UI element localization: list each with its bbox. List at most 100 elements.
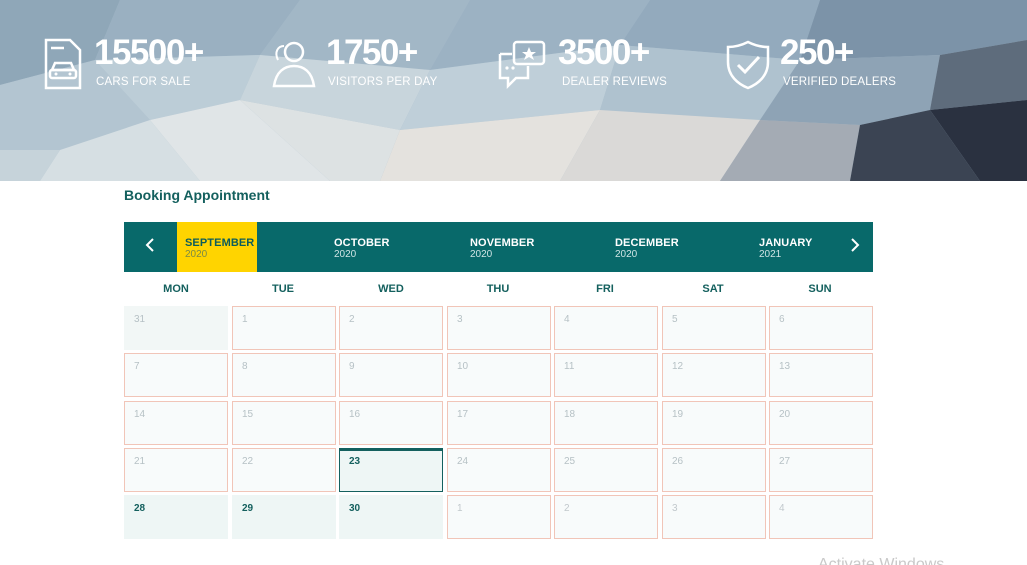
day-number: 15	[242, 409, 254, 420]
stat-label: CARS FOR SALE	[96, 76, 191, 88]
weekday-label: SAT	[702, 283, 724, 295]
calendar-day-cell[interactable]: 11	[554, 353, 658, 397]
day-number: 24	[457, 456, 469, 467]
stat-cars-for-sale: 15500+ CARS FOR SALE	[42, 34, 242, 94]
day-number: 4	[779, 503, 785, 514]
calendar-day-cell[interactable]: 4	[769, 495, 873, 539]
calendar-day-cell[interactable]: 1	[232, 306, 336, 350]
calendar-day-cell[interactable]: 2	[554, 495, 658, 539]
stat-label: VISITORS PER DAY	[328, 76, 438, 88]
month-year: 2021	[759, 249, 782, 260]
calendar-day-cell[interactable]: 13	[769, 353, 873, 397]
weekday-label: WED	[378, 283, 404, 295]
day-number: 18	[564, 409, 576, 420]
calendar-day-cell[interactable]: 14	[124, 401, 228, 445]
next-month-button[interactable]	[841, 222, 869, 272]
stat-verified-dealers: 250+ VERIFIED DEALERS	[726, 34, 926, 94]
calendar-day-cell[interactable]: 17	[447, 401, 551, 445]
month-tab-october[interactable]: OCTOBER 2020	[334, 222, 424, 272]
day-number: 20	[779, 409, 791, 420]
calendar-day-cell[interactable]: 25	[554, 448, 658, 492]
calendar-day-cell[interactable]: 5	[662, 306, 766, 350]
month-tab-december[interactable]: DECEMBER 2020	[615, 222, 715, 272]
calendar-day-cell[interactable]: 20	[769, 401, 873, 445]
month-tab-november[interactable]: NOVEMBER 2020	[470, 222, 570, 272]
calendar-day-cell[interactable]: 28	[124, 495, 228, 539]
calendar-day-cell[interactable]: 8	[232, 353, 336, 397]
shield-check-icon	[726, 38, 774, 90]
month-tab-january[interactable]: JANUARY 2021	[759, 222, 839, 272]
visitors-icon	[270, 38, 318, 90]
calendar-day-cell[interactable]: 22	[232, 448, 336, 492]
day-number: 17	[457, 409, 469, 420]
calendar-day-cell[interactable]: 9	[339, 353, 443, 397]
calendar-day-cell[interactable]: 31	[124, 306, 228, 350]
calendar-day-cell[interactable]: 19	[662, 401, 766, 445]
month-name: JANUARY	[759, 237, 813, 249]
car-document-icon	[42, 38, 90, 90]
day-number: 30	[349, 503, 361, 514]
day-number: 10	[457, 361, 469, 372]
stat-number: 15500+	[94, 33, 204, 72]
day-number: 13	[779, 361, 791, 372]
calendar-day-cell[interactable]: 16	[339, 401, 443, 445]
stat-dealer-reviews: 3500+ DEALER REVIEWS	[498, 34, 698, 94]
calendar-day-cell[interactable]: 12	[662, 353, 766, 397]
day-number: 5	[672, 314, 678, 325]
stat-number: 1750+	[326, 33, 418, 72]
windows-watermark: Activate Windows	[818, 556, 945, 565]
month-year: 2020	[185, 249, 208, 260]
day-number: 4	[564, 314, 570, 325]
month-year: 2020	[615, 249, 638, 260]
calendar-day-cell[interactable]: 1	[447, 495, 551, 539]
day-number: 9	[349, 361, 355, 372]
stat-number: 250+	[780, 33, 854, 72]
calendar-day-cell[interactable]: 3	[447, 306, 551, 350]
day-number: 31	[134, 314, 146, 325]
stat-label: DEALER REVIEWS	[562, 76, 668, 88]
calendar-day-cell[interactable]: 18	[554, 401, 658, 445]
review-chat-icon	[498, 38, 546, 90]
calendar-grid: 31 1 2 3 4 5 6 7 8 9 10 11 12 13 14 15 16 17 18 19 20 21 22 23 2…	[124, 306, 873, 539]
day-number: 12	[672, 361, 684, 372]
calendar-day-cell[interactable]: 6	[769, 306, 873, 350]
calendar-day-cell[interactable]: 21	[124, 448, 228, 492]
day-number: 6	[779, 314, 785, 325]
month-name: OCTOBER	[334, 237, 390, 249]
calendar-day-cell[interactable]: 10	[447, 353, 551, 397]
day-number: 3	[672, 503, 678, 514]
month-selector: SEPTEMBER 2020 OCTOBER 2020 NOVEMBER 202…	[124, 222, 873, 272]
day-number: 26	[672, 456, 684, 467]
calendar-day-cell[interactable]: 24	[447, 448, 551, 492]
calendar-day-cell[interactable]: 4	[554, 306, 658, 350]
month-tab-september[interactable]: SEPTEMBER 2020	[177, 222, 257, 272]
day-number: 1	[242, 314, 248, 325]
calendar-day-cell[interactable]: 2	[339, 306, 443, 350]
calendar-day-cell[interactable]: 27	[769, 448, 873, 492]
hero-banner: 15500+ CARS FOR SALE 1750+ VISITORS PER …	[0, 0, 1027, 181]
chevron-right-icon	[850, 237, 860, 257]
day-number: 2	[564, 503, 570, 514]
weekday-label: MON	[163, 283, 189, 295]
calendar-day-cell[interactable]: 29	[232, 495, 336, 539]
weekday-label: THU	[486, 283, 510, 295]
month-name: NOVEMBER	[470, 237, 535, 249]
weekday-label: TUE	[272, 283, 294, 295]
booking-title: Booking Appointment	[124, 187, 270, 203]
day-number: 23	[349, 456, 361, 467]
day-number: 8	[242, 361, 248, 372]
calendar-day-cell[interactable]: 3	[662, 495, 766, 539]
calendar-day-cell[interactable]: 30	[339, 495, 443, 539]
calendar-day-cell[interactable]: 23	[339, 448, 443, 492]
prev-month-button[interactable]	[124, 222, 176, 272]
day-number: 11	[564, 361, 575, 372]
calendar-day-cell[interactable]: 7	[124, 353, 228, 397]
month-year: 2020	[470, 249, 493, 260]
day-number: 1	[457, 503, 463, 514]
day-number: 19	[672, 409, 684, 420]
weekday-header: MON TUE WED THU FRI SAT SUN	[124, 283, 873, 299]
chevron-left-icon	[145, 237, 155, 257]
calendar-day-cell[interactable]: 15	[232, 401, 336, 445]
calendar-day-cell[interactable]: 26	[662, 448, 766, 492]
day-number: 25	[564, 456, 576, 467]
